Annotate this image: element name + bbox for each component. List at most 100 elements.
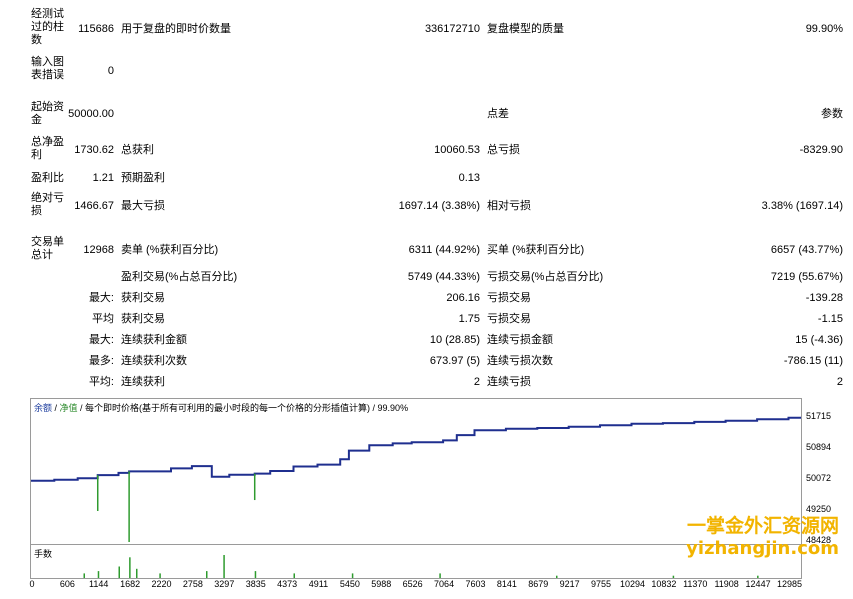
- x-tick-label: 9217: [559, 579, 580, 589]
- abs-drawdown-value: 1466.67: [74, 200, 114, 212]
- x-tick-label: 3297: [214, 579, 235, 589]
- long-trades-label: 买单 (%获利百分比): [487, 244, 585, 256]
- volume-bar: [129, 557, 131, 578]
- x-tick-label: 1682: [120, 579, 141, 589]
- deposit-value: 50000.00: [68, 108, 114, 120]
- volume-bar: [254, 571, 257, 578]
- quality-label: 复盘模型的质量: [487, 23, 564, 35]
- y-tick-label: 50894: [806, 441, 832, 452]
- x-tick-label: 7064: [434, 579, 455, 589]
- volume-bar: [118, 566, 120, 578]
- short-trades-value: 6311 (44.92%): [408, 244, 480, 256]
- row-right-value: -139.28: [805, 292, 843, 304]
- row-prefix: 平均:: [88, 376, 114, 388]
- profit-trades-label: 盈利交易(%占总百分比): [121, 271, 238, 283]
- max-drawdown-label: 最大亏损: [121, 200, 165, 212]
- x-tick-label: 10294: [619, 579, 645, 589]
- row-right-value: 15 (-4.36): [795, 334, 843, 346]
- row-right-label: 亏损交易: [487, 292, 531, 304]
- volume-bar: [97, 571, 100, 578]
- row-prefix: 最大:: [88, 292, 114, 304]
- profit-factor-value: 1.21: [92, 172, 114, 184]
- row-left-value: 673.97 (5): [429, 355, 480, 367]
- x-tick-label: 2758: [182, 579, 203, 589]
- row-right-value: 2: [836, 376, 843, 388]
- x-tick-label: 12985: [776, 579, 802, 589]
- loss-trades-value: 7219 (55.67%): [770, 271, 843, 283]
- x-tick-label: 1144: [89, 579, 109, 589]
- x-tick-label: 0: [29, 579, 35, 589]
- row-right-value: -786.15 (11): [783, 355, 843, 367]
- balance-line: [31, 416, 801, 482]
- x-tick-label: 2220: [151, 579, 172, 589]
- expected-payoff-label: 预期盈利: [121, 172, 165, 184]
- row-right-label: 连续亏损次数: [487, 355, 553, 367]
- row-left-label: 连续获利金额: [121, 334, 187, 346]
- row-prefix: 最大:: [88, 334, 114, 346]
- legend-equity: 净值: [59, 403, 78, 413]
- x-tick-label: 9755: [591, 579, 612, 589]
- watermark-title: 一掌金外汇资源网: [686, 515, 839, 537]
- gross-profit-value: 10060.53: [434, 144, 480, 156]
- rel-drawdown-label: 相对亏损: [487, 200, 531, 212]
- row-left-value: 206.16: [446, 292, 480, 304]
- x-tick-label: 606: [59, 579, 75, 589]
- x-tick-label: 6526: [402, 579, 423, 589]
- x-tick-label: 4373: [277, 579, 298, 589]
- y-tick-label: 51715: [806, 410, 832, 421]
- row-left-label: 获利交易: [121, 313, 165, 325]
- long-trades-value: 6657 (43.77%): [770, 244, 843, 256]
- x-tick-label: 8679: [528, 579, 549, 589]
- short-trades-label: 卖单 (%获利百分比): [121, 244, 219, 256]
- volume-bar: [206, 571, 208, 578]
- bars-value: 115686: [78, 23, 114, 35]
- volume-bar: [136, 568, 138, 578]
- row-left-label: 连续获利次数: [121, 355, 187, 367]
- x-tick-label: 11908: [714, 579, 739, 589]
- x-tick-label: 8141: [496, 579, 517, 589]
- volume-bar: [223, 555, 225, 578]
- expected-payoff-value: 0.13: [458, 172, 480, 184]
- row-right-label: 亏损交易: [487, 313, 531, 325]
- ticks-label: 用于复盘的即时价数量: [121, 23, 231, 35]
- row-prefix: 最多:: [88, 355, 114, 367]
- legend-separator: /: [52, 403, 60, 413]
- row-left-value: 10 (28.85): [429, 334, 480, 346]
- x-axis: 0 606 1144 1682 2220 2758 3297 3835 4373 4911 5450…: [29, 578, 820, 594]
- row-left-value: 2: [473, 376, 480, 388]
- watermark-url: yizhangjin.com: [686, 538, 839, 559]
- y-tick-label: 50072: [806, 472, 832, 483]
- x-tick-label: 3835: [245, 579, 266, 589]
- gross-loss-label: 总亏损: [487, 144, 520, 156]
- mismatch-value: 0: [107, 65, 114, 77]
- profit-trades-value: 5749 (44.33%): [407, 271, 480, 283]
- total-trades-value: 12968: [83, 244, 114, 256]
- row-right-value: -1.15: [817, 313, 843, 325]
- row-left-value: 1.75: [458, 313, 480, 325]
- ticks-value: 336172710: [424, 23, 480, 35]
- x-tick-label: 7603: [465, 579, 486, 589]
- watermark: 一掌金外汇资源网 yizhangjin.com: [686, 514, 839, 560]
- quality-value: 99.90%: [805, 23, 843, 35]
- params-label: 参数: [821, 108, 843, 120]
- x-tick-label: 5450: [339, 579, 360, 589]
- x-tick-label: 12447: [745, 579, 771, 589]
- row-left-label: 获利交易: [121, 292, 165, 304]
- rel-drawdown-value: 3.38% (1697.14): [761, 200, 843, 212]
- max-drawdown-value: 1697.14 (3.38%): [398, 200, 480, 212]
- chart-legend: 余额 / 净值 / 每个即时价格(基于所有可利用的最小时段的每一个价格的分形插值…: [34, 401, 408, 414]
- x-tick-label: 4911: [308, 579, 329, 589]
- legend-balance: 余额: [34, 403, 53, 413]
- x-tick-label: 5988: [371, 579, 392, 589]
- legend-description: / 每个即时价格(基于所有可利用的最小时段的每一个价格的分形插值计算) / 99…: [77, 403, 409, 413]
- loss-trades-label: 亏损交易(%占总百分比): [487, 271, 604, 283]
- row-right-label: 连续亏损金额: [487, 334, 553, 346]
- volume-label: 手数: [34, 549, 53, 559]
- gross-loss-value: -8329.90: [799, 144, 843, 156]
- row-prefix: 平均: [92, 313, 114, 325]
- row-right-label: 连续亏损: [487, 376, 531, 388]
- y-tick-label: 49250: [806, 503, 832, 514]
- x-tick-label: 10832: [651, 579, 677, 589]
- net-profit-value: 1730.62: [74, 144, 114, 156]
- gross-profit-label: 总获利: [121, 144, 154, 156]
